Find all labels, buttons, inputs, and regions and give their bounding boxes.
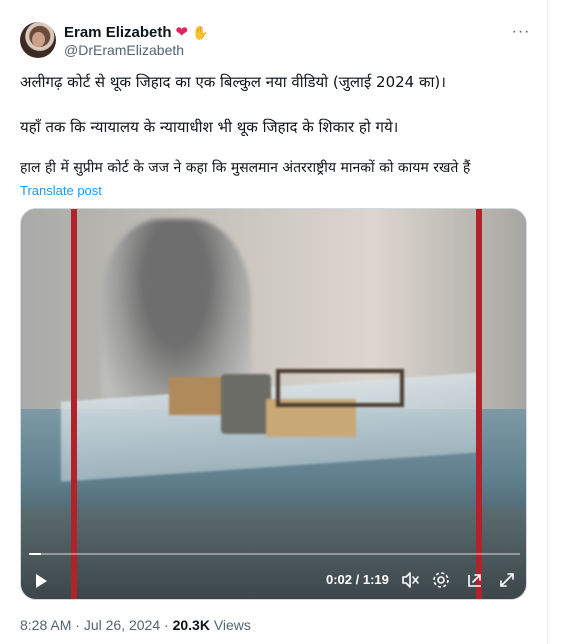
views-count: 20.3K: [172, 617, 210, 633]
video-player[interactable]: 0:02 / 1:19: [20, 208, 527, 600]
mute-icon[interactable]: [400, 570, 420, 590]
post-date[interactable]: Jul 26, 2024: [84, 617, 160, 633]
gear-icon[interactable]: [431, 570, 451, 590]
post-line-2: यहाँ तक कि न्यायालय के न्यायाधीश भी थूक …: [20, 118, 399, 136]
author-name[interactable]: Eram Elizabeth: [64, 24, 172, 41]
post-line-3: हाल ही में सुप्रीम कोर्ट के जज ने कहा कि…: [20, 160, 471, 176]
more-icon[interactable]: ···: [510, 22, 532, 42]
author-row: Eram Elizabeth ❤ ✋: [64, 22, 208, 42]
meta-separator: ·: [164, 617, 169, 633]
avatar-face: [32, 32, 45, 47]
views-label: Views: [213, 617, 251, 633]
video-frame: [21, 209, 526, 599]
handshake-icon: ✋: [192, 24, 209, 40]
video-progress-fill: [29, 553, 42, 555]
post-time[interactable]: 8:28 AM: [20, 617, 71, 633]
avatar[interactable]: [20, 22, 56, 58]
video-controls: 0:02 / 1:19: [21, 569, 526, 591]
play-icon[interactable]: [31, 571, 51, 591]
video-progress-bar[interactable]: [29, 553, 520, 555]
heart-icon: ❤: [175, 23, 189, 41]
pip-icon[interactable]: [465, 570, 485, 590]
meta-separator: ·: [75, 617, 80, 633]
translate-link[interactable]: Translate post: [20, 183, 102, 198]
author-handle[interactable]: @DrEramElizabeth: [64, 42, 184, 58]
fullscreen-icon[interactable]: [497, 570, 517, 590]
video-time: 0:02 / 1:19: [326, 572, 389, 587]
post-meta: 8:28 AM · Jul 26, 2024 · 20.3K Views: [20, 617, 251, 633]
column-divider: [547, 0, 548, 644]
post-line-1: अलीगढ़ कोर्ट से थूक जिहाद का एक बिल्कुल …: [20, 73, 446, 91]
